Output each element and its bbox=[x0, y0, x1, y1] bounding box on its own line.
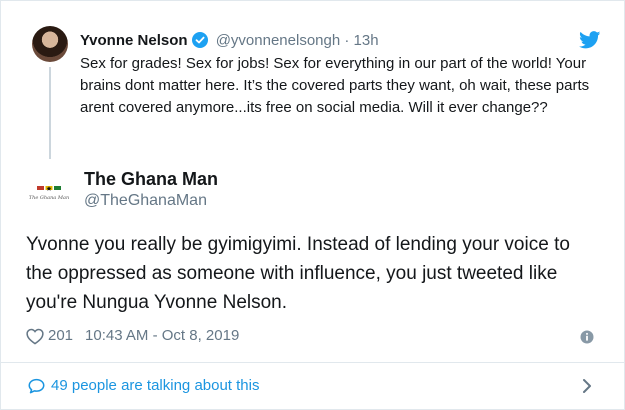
chevron-right-icon[interactable] bbox=[581, 378, 593, 394]
like-count: 201 bbox=[48, 327, 74, 344]
tweet-meta: 201 10:43 AM - Oct 8, 2019 bbox=[26, 326, 239, 346]
heart-icon bbox=[26, 328, 44, 345]
parent-author-handle[interactable]: @yvonnenelsongh bbox=[216, 32, 340, 49]
parent-time[interactable]: 13h bbox=[354, 32, 379, 49]
tweet-timestamp[interactable]: 10:43 AM - Oct 8, 2019 bbox=[85, 326, 239, 346]
main-tweet-text: Yvonne you really be gyimigyimi. Instead… bbox=[26, 234, 570, 313]
twitter-bird-icon[interactable] bbox=[579, 31, 601, 49]
embedded-tweet-card: Yvonne Nelson @yvonnenelsongh · 13h Sex … bbox=[0, 0, 625, 410]
conversation-link-label: 49 people are talking about this bbox=[51, 377, 260, 394]
main-avatar[interactable]: The Ghana Man bbox=[25, 171, 73, 219]
avatar-logo-text: The Ghana Man bbox=[28, 195, 70, 201]
parent-header: Yvonne Nelson @yvonnenelsongh · 13h bbox=[80, 31, 379, 51]
speech-bubble-icon bbox=[28, 378, 45, 394]
verified-badge-icon bbox=[191, 32, 208, 48]
separator-dot: · bbox=[344, 32, 350, 49]
like-button[interactable]: 201 bbox=[26, 326, 73, 346]
parent-avatar[interactable] bbox=[32, 26, 68, 62]
footer-divider bbox=[1, 362, 624, 363]
main-author-name[interactable]: The Ghana Man bbox=[84, 167, 218, 191]
conversation-link[interactable]: 49 people are talking about this bbox=[28, 376, 259, 396]
ghana-man-logo-icon bbox=[37, 186, 61, 191]
main-author-handle[interactable]: @TheGhanaMan bbox=[84, 191, 207, 211]
thread-line bbox=[49, 67, 51, 159]
info-icon[interactable] bbox=[580, 330, 594, 344]
parent-tweet-text: Sex for grades! Sex for jobs! Sex for ev… bbox=[80, 55, 590, 116]
parent-author-name[interactable]: Yvonne Nelson bbox=[80, 32, 188, 49]
